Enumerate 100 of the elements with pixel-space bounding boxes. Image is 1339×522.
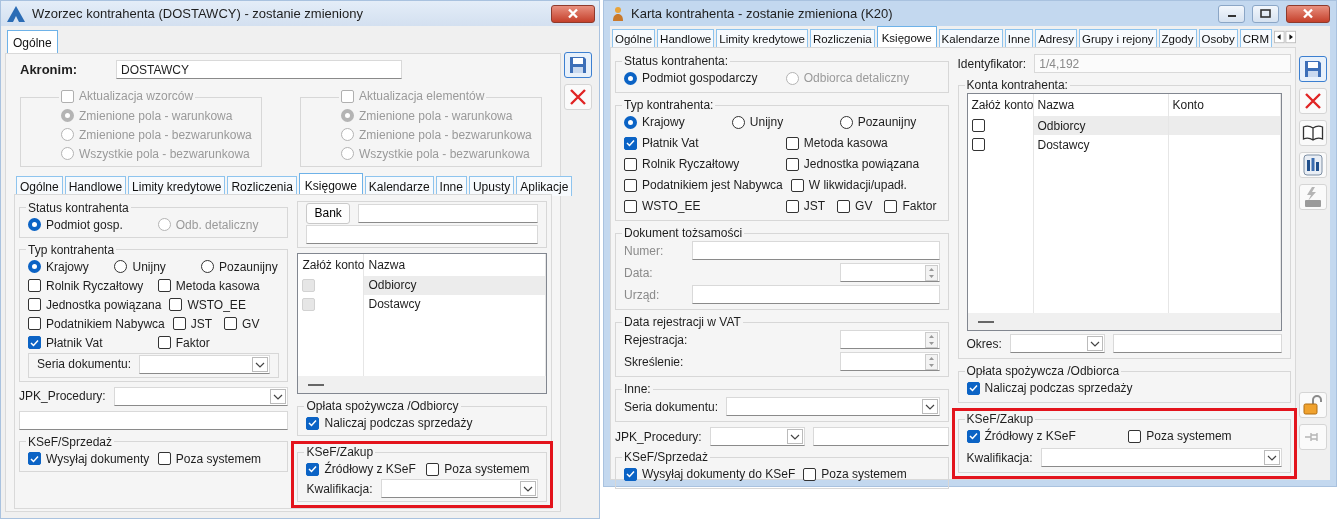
checkbox[interactable]: Metoda kasowa	[157, 278, 260, 293]
close-button[interactable]	[551, 4, 595, 23]
checkbox[interactable]: Rolnik Ryczałtowy	[28, 278, 144, 293]
dropdown[interactable]	[139, 354, 271, 374]
text-field[interactable]	[19, 410, 289, 430]
column-header[interactable]: Nazwa	[364, 253, 546, 276]
cancel-button[interactable]	[1299, 88, 1327, 114]
checkbox[interactable]: Poza systemem	[803, 467, 907, 481]
tab[interactable]: Zgody	[1158, 29, 1197, 47]
checkbox[interactable]: JST	[785, 199, 826, 213]
text-field[interactable]	[692, 285, 940, 304]
tab[interactable]: Rozliczenia	[227, 175, 297, 196]
book-icon	[1302, 124, 1324, 142]
checkbox[interactable]: Wysyłaj dokumenty do KSeF	[624, 467, 796, 481]
maximize-button[interactable]	[1252, 4, 1279, 23]
checkbox[interactable]	[971, 119, 985, 132]
dropdown[interactable]	[1040, 448, 1282, 467]
tab[interactable]: Ogólne	[7, 30, 58, 53]
checkbox[interactable]	[971, 138, 985, 151]
cancel-button[interactable]	[564, 84, 592, 110]
radio-button[interactable]: Podmiot gosp.	[28, 217, 123, 232]
tab[interactable]: Ogólne	[612, 29, 656, 47]
text-field[interactable]	[1112, 334, 1282, 353]
checkbox[interactable]: Płatnik Vat	[28, 335, 103, 350]
tab[interactable]: Limity kredytowe	[128, 175, 226, 196]
dropdown[interactable]	[1009, 334, 1105, 353]
tab[interactable]: Osoby	[1198, 29, 1238, 47]
radio-button[interactable]: Unijny	[114, 259, 166, 274]
tab[interactable]: Adresy	[1035, 29, 1077, 47]
checkbox[interactable]: Rolnik Ryczałtowy	[624, 157, 740, 171]
chart-badge-button[interactable]	[1299, 152, 1327, 178]
scroll-thumb[interactable]	[308, 383, 325, 386]
tab[interactable]: Rozliczenia	[809, 29, 875, 47]
group-title: Status kontrahenta	[28, 200, 129, 215]
checkbox[interactable]: WSTO_EE	[624, 199, 701, 213]
checkbox[interactable]: GV	[224, 316, 260, 331]
date-field[interactable]	[839, 330, 940, 349]
checkbox[interactable]: Podatnikiem Nabywca	[28, 316, 165, 331]
dropdown[interactable]	[380, 479, 538, 498]
checkbox[interactable]: W likwidacji/upadł.	[790, 178, 907, 192]
book-button[interactable]	[1299, 120, 1327, 146]
close-button[interactable]	[1286, 4, 1330, 23]
checkbox[interactable]: JST	[172, 316, 213, 331]
tab[interactable]: Kalendarze	[938, 29, 1003, 47]
checkbox[interactable]: Płatnik Vat	[624, 136, 699, 150]
tab[interactable]: CRM	[1239, 29, 1272, 47]
checkbox[interactable]: Poza systemem	[1128, 429, 1232, 443]
tab[interactable]: Handlowe	[64, 175, 127, 196]
checkbox[interactable]: Metoda kasowa	[785, 136, 888, 150]
tab[interactable]: Grupy i rejony	[1078, 29, 1157, 47]
checkbox[interactable]: Naliczaj podczas sprzedaży	[966, 381, 1133, 395]
dropdown[interactable]	[726, 397, 940, 416]
radio-button[interactable]: Unijny	[731, 115, 784, 129]
save-button[interactable]	[1299, 56, 1327, 82]
radio-button[interactable]: Krajowy	[624, 115, 685, 129]
text-field[interactable]: DOSTAWCY	[116, 60, 402, 79]
checkbox[interactable]: Źródłowy z KSeF	[966, 429, 1076, 443]
date-field[interactable]	[839, 352, 940, 371]
radio-button[interactable]: Krajowy	[28, 259, 89, 274]
dropdown[interactable]	[113, 386, 289, 406]
checkbox[interactable]: Poza systemem	[426, 462, 530, 476]
save-button[interactable]	[564, 52, 592, 78]
checkbox[interactable]: Podatnikiem jest Nabywca	[624, 178, 783, 192]
text-field[interactable]	[812, 427, 949, 446]
minimize-button[interactable]	[1218, 4, 1245, 23]
checkbox[interactable]: Jednostka powiązana	[28, 297, 162, 312]
tab[interactable]: Limity kredytowe	[716, 29, 808, 47]
column-header[interactable]: Załóż konto	[298, 253, 365, 276]
checkbox[interactable]: Źródłowy z KSeF	[306, 462, 416, 476]
dropdown[interactable]	[709, 427, 805, 446]
radio-button[interactable]: Podmiot gospodarczy	[624, 71, 758, 85]
tab[interactable]: Handlowe	[657, 29, 715, 47]
padlock-button[interactable]	[1299, 392, 1327, 418]
tab[interactable]: Kalendarze	[364, 175, 434, 196]
text-field[interactable]	[692, 241, 940, 260]
button[interactable]: Bank	[306, 202, 350, 224]
checkbox[interactable]: WSTO_EE	[169, 297, 246, 312]
text-field[interactable]	[306, 224, 538, 244]
scroll-thumb[interactable]	[977, 320, 994, 323]
radio-button[interactable]: Pozaunijny	[200, 259, 278, 274]
checkbox[interactable]: Faktor	[157, 335, 210, 350]
checkbox[interactable]: GV	[837, 199, 873, 213]
checkbox[interactable]: Jednostka powiązana	[785, 157, 920, 171]
tab[interactable]: Aplikacje	[516, 175, 573, 196]
tab[interactable]: Księgowe	[298, 172, 363, 196]
tab[interactable]: Upusty	[468, 175, 515, 196]
checkbox[interactable]: Faktor	[884, 199, 937, 213]
radio-button[interactable]: Pozaunijny	[839, 115, 917, 129]
tab[interactable]: Inne	[1004, 29, 1034, 47]
text-field[interactable]	[357, 203, 538, 223]
checkbox[interactable]: Naliczaj podczas sprzedaży	[306, 416, 473, 430]
tab[interactable]: Księgowe	[876, 26, 937, 47]
tab[interactable]: Inne	[435, 175, 467, 196]
date-field[interactable]	[839, 263, 940, 282]
checkbox[interactable]: Wysyłaj dokumenty	[28, 451, 150, 466]
chevron-down-icon	[270, 388, 287, 404]
tab[interactable]: Ogólne	[16, 175, 63, 196]
column-header[interactable]: Załóż konto	[967, 94, 1034, 116]
scroll-arrows-icon[interactable]	[1273, 29, 1296, 44]
checkbox[interactable]: Poza systemem	[157, 451, 262, 466]
